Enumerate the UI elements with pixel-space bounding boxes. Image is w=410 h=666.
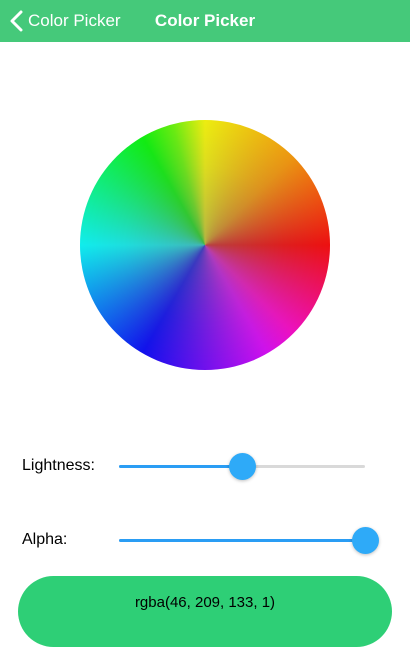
back-button[interactable]: Color Picker bbox=[8, 0, 121, 42]
alpha-slider[interactable] bbox=[119, 525, 379, 555]
back-button-label: Color Picker bbox=[28, 11, 121, 30]
lightness-slider-thumb[interactable] bbox=[229, 453, 256, 480]
lightness-slider-fill bbox=[119, 465, 242, 468]
color-wheel[interactable] bbox=[80, 120, 330, 370]
alpha-label: Alpha: bbox=[22, 531, 68, 548]
color-result-value: rgba(46, 209, 133, 1) bbox=[134, 594, 276, 611]
chevron-left-icon bbox=[10, 10, 23, 32]
lightness-slider[interactable] bbox=[119, 451, 365, 481]
color-wheel-shade bbox=[80, 120, 330, 370]
alpha-slider-fill bbox=[119, 539, 365, 542]
color-result-button[interactable]: rgba(46, 209, 133, 1) bbox=[18, 576, 392, 647]
alpha-slider-thumb[interactable] bbox=[352, 527, 379, 554]
color-picker-screen: Color Picker Color Picker Lightness: Alp… bbox=[0, 0, 410, 666]
lightness-label: Lightness: bbox=[22, 457, 95, 474]
navigation-bar: Color Picker Color Picker bbox=[0, 0, 410, 42]
